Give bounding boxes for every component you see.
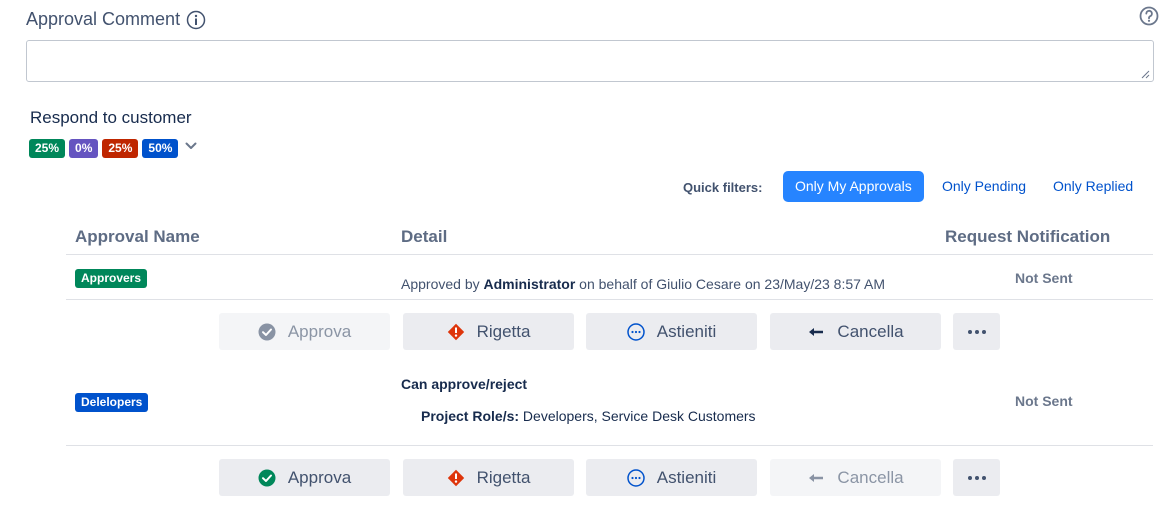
- arrow-left-icon: [809, 473, 824, 482]
- approval-comment-textarea[interactable]: [26, 40, 1154, 82]
- filter-only-replied[interactable]: Only Replied: [1041, 171, 1145, 202]
- error-diamond-icon: [447, 323, 464, 340]
- more-actions-button[interactable]: [953, 459, 1000, 496]
- badge-abstained: 0%: [69, 139, 99, 158]
- quick-filters-label: Quick filters:: [683, 180, 763, 195]
- row-divider: [66, 299, 1153, 300]
- notification-status: Not Sent: [1015, 393, 1073, 409]
- abstain-button[interactable]: Astieniti: [586, 313, 757, 350]
- approval-comment-label: Approval Comment: [26, 9, 206, 30]
- approval-detail: Approved by Administrator on behalf of G…: [401, 276, 886, 292]
- row-divider: [66, 445, 1153, 446]
- error-diamond-icon: [447, 469, 464, 486]
- group-lozenge: Approvers: [75, 269, 148, 288]
- filter-only-my-approvals[interactable]: Only My Approvals: [783, 171, 924, 202]
- respond-to-customer-title: Respond to customer: [30, 108, 192, 127]
- group-lozenge: Delelopers: [75, 393, 149, 412]
- header-detail: Detail: [401, 227, 448, 246]
- badge-rejected: 25%: [102, 139, 139, 158]
- reject-button[interactable]: Rigetta: [403, 459, 574, 496]
- check-circle-icon: [258, 469, 276, 486]
- table-row: Approvers Approved by Administrator on b…: [0, 255, 1163, 299]
- progress-badges: 25% 0% 25% 50%: [29, 139, 198, 158]
- reject-button[interactable]: Rigetta: [403, 313, 574, 350]
- header-approval-name: Approval Name: [75, 227, 200, 246]
- approve-button[interactable]: Approva: [219, 459, 390, 496]
- check-circle-icon: [258, 323, 276, 340]
- badge-approved: 25%: [29, 139, 66, 158]
- cancel-button[interactable]: Cancella: [770, 459, 941, 496]
- info-icon[interactable]: [186, 10, 206, 30]
- table-row: Delelopers Can approve/reject Project Ro…: [0, 365, 1163, 445]
- more-circle-icon: [626, 468, 645, 487]
- approval-detail-title: Can approve/reject: [401, 376, 528, 392]
- arrow-left-icon: [809, 327, 824, 336]
- notification-status: Not Sent: [1015, 270, 1073, 286]
- more-actions-button[interactable]: [953, 313, 1000, 350]
- header-request-notification: Request Notification: [945, 227, 1111, 246]
- help-icon[interactable]: [1139, 6, 1159, 26]
- abstain-button[interactable]: Astieniti: [586, 459, 757, 496]
- chevron-down-icon[interactable]: [184, 139, 198, 153]
- filter-only-pending[interactable]: Only Pending: [930, 171, 1038, 202]
- more-circle-icon: [626, 322, 645, 341]
- resize-handle-icon[interactable]: [1140, 69, 1150, 79]
- badge-pending: 50%: [142, 139, 179, 158]
- approval-detail-roles: Project Role/s: Developers, Service Desk…: [421, 408, 756, 424]
- approve-button[interactable]: Approva: [219, 313, 390, 350]
- cancel-button[interactable]: Cancella: [770, 313, 941, 350]
